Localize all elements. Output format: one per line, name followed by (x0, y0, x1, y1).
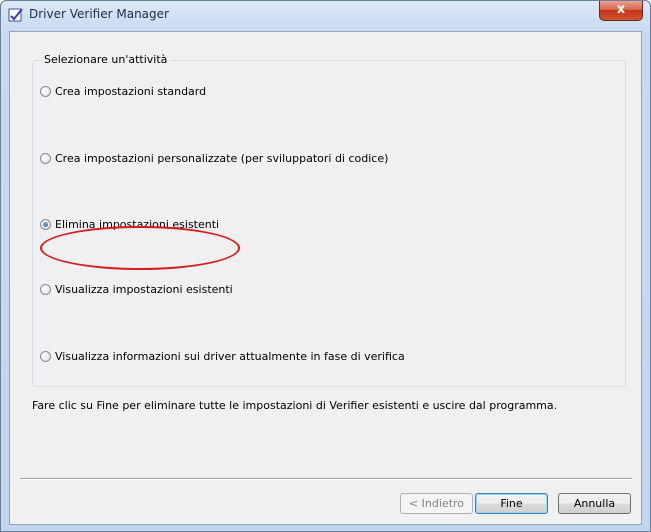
red-highlight-ellipse (40, 226, 240, 270)
option-label: Visualizza informazioni sui driver attua… (55, 349, 405, 363)
close-button[interactable]: x (599, 1, 643, 21)
option-view-existing[interactable]: Visualizza impostazioni esistenti (40, 281, 233, 297)
option-view-driver-info[interactable]: Visualizza informazioni sui driver attua… (40, 348, 405, 364)
verifier-app-icon (8, 8, 23, 22)
option-label: Visualizza impostazioni esistenti (55, 282, 233, 296)
back-button[interactable]: < Indietro (400, 493, 473, 514)
radio-create-standard[interactable] (40, 85, 51, 97)
radio-create-custom[interactable] (40, 152, 51, 164)
window-title: Driver Verifier Manager (29, 7, 169, 21)
option-label: Crea impostazioni standard (55, 84, 207, 98)
dialog-body: Selezionare un'attività Crea impostazion… (9, 31, 642, 525)
option-label: Crea impostazioni personalizzate (per sv… (55, 151, 389, 165)
option-create-standard[interactable]: Crea impostazioni standard (40, 83, 206, 99)
finish-button[interactable]: Fine (475, 493, 548, 514)
cancel-button[interactable]: Annulla (558, 493, 631, 514)
radio-view-existing[interactable] (40, 283, 51, 295)
dialog-window: Driver Verifier Manager x Selezionare un… (0, 0, 651, 532)
title-bar: Driver Verifier Manager x (1, 1, 650, 29)
groupbox-title: Selezionare un'attività (41, 53, 171, 66)
radio-view-driver-info[interactable] (40, 350, 51, 362)
task-groupbox: Selezionare un'attività Crea impostazion… (32, 53, 626, 387)
option-create-custom[interactable]: Crea impostazioni personalizzate (per sv… (40, 150, 388, 166)
close-icon: x (616, 2, 626, 17)
info-text: Fare clic su Fine per eliminare tutte le… (32, 399, 558, 412)
radio-delete-existing[interactable] (40, 218, 51, 230)
separator (20, 478, 632, 480)
